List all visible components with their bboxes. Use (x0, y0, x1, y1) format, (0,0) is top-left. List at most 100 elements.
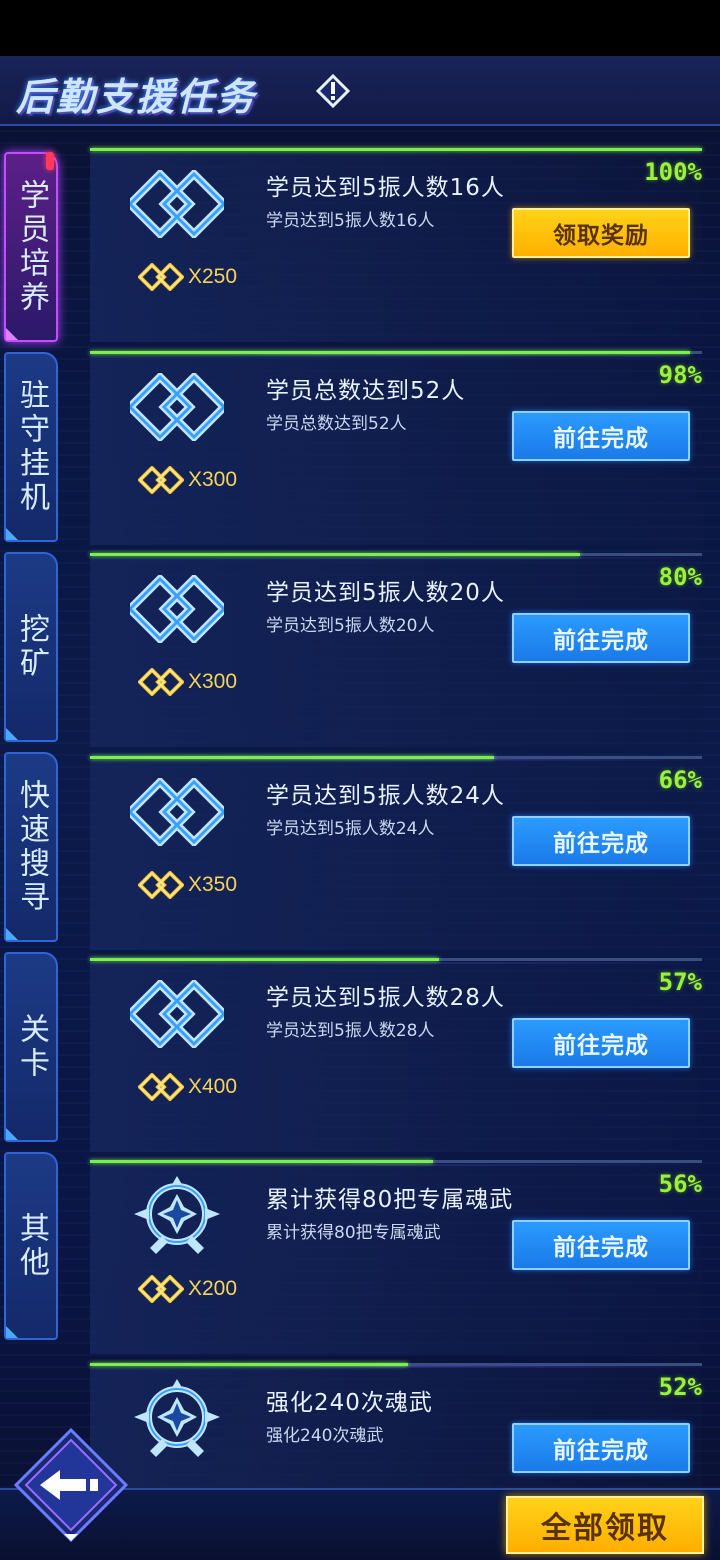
task-subtitle: 学员总数达到52人 (266, 414, 407, 434)
progress-bar (90, 1363, 702, 1366)
sidebar-tab-label: 驻守挂机 (14, 379, 49, 515)
sidebar-tab-label: 关卡 (14, 1013, 49, 1081)
sidebar-tab[interactable]: 学员培养 (4, 152, 58, 342)
reward-count: X300 (188, 468, 238, 491)
tab-corner-accent (6, 1326, 18, 1338)
reward-count: X200 (188, 1277, 238, 1300)
claim-all-button[interactable]: 全部领取 (506, 1496, 704, 1554)
go-complete-button[interactable]: 前往完成 (512, 816, 690, 866)
progress-fill (90, 1160, 433, 1163)
sidebar-tab-label: 学员培养 (14, 179, 49, 315)
progress-percent: 100% (644, 158, 702, 186)
sidebar-tab-label: 其他 (14, 1212, 49, 1280)
task-subtitle: 学员达到5振人数24人 (266, 819, 435, 839)
tab-corner-accent (6, 328, 18, 340)
progress-percent: 98% (658, 361, 702, 389)
coin-icon (138, 466, 184, 494)
progress-bar (90, 351, 702, 354)
progress-fill (90, 756, 494, 759)
coin-icon (138, 871, 184, 899)
task-title: 学员达到5振人数20人 (266, 580, 505, 606)
double-diamond-icon (124, 573, 230, 645)
task-title: 累计获得80把专属魂武 (266, 1187, 514, 1213)
task-card: X400 学员达到5振人数28人 学员达到5振人数28人 57% 前往完成 (90, 958, 702, 1166)
go-complete-button[interactable]: 前往完成 (512, 613, 690, 663)
progress-fill (90, 1363, 409, 1366)
tab-corner-accent (6, 1128, 18, 1140)
progress-percent: 52% (658, 1373, 702, 1401)
progress-bar (90, 148, 702, 151)
progress-bar (90, 553, 702, 556)
reward: X300 (138, 667, 237, 697)
reward: X250 (138, 262, 237, 292)
task-card: X200 累计获得80把专属魂武 累计获得80把专属魂武 56% 前往完成 (90, 1160, 702, 1368)
progress-percent: 56% (658, 1170, 702, 1198)
coin-icon (138, 668, 184, 696)
reward: X300 (138, 465, 237, 495)
task-subtitle: 学员达到5振人数20人 (266, 616, 435, 636)
task-title: 学员达到5振人数16人 (266, 175, 505, 201)
progress-percent: 66% (658, 766, 702, 794)
coin-icon (138, 1073, 184, 1101)
progress-fill (90, 351, 690, 354)
progress-percent: 80% (658, 563, 702, 591)
progress-bar (90, 958, 702, 961)
progress-fill (90, 553, 580, 556)
reward-count: X400 (188, 1075, 238, 1098)
sidebar-tab[interactable]: 挖矿 (4, 552, 58, 742)
double-diamond-icon (124, 168, 230, 240)
task-card: X300 学员总数达到52人 学员总数达到52人 98% 前往完成 (90, 351, 702, 559)
task-card: X250 学员达到5振人数16人 学员达到5振人数16人 100% 领取奖励 (90, 148, 702, 356)
double-diamond-icon (124, 978, 230, 1050)
screen: 后勤支援任务 学员培养驻守挂机挖矿快速搜寻关卡其他 X250 学员达到5振人数16… (0, 0, 720, 1560)
progress-fill (90, 958, 439, 961)
reward: X200 (138, 1274, 237, 1304)
coin-icon (138, 1275, 184, 1303)
alert-badge (46, 152, 54, 170)
status-bar (0, 0, 720, 56)
go-complete-button[interactable]: 前往完成 (512, 1220, 690, 1270)
reward: X350 (138, 870, 237, 900)
reward: X400 (138, 1072, 237, 1102)
task-card: X350 学员达到5振人数24人 学员达到5振人数24人 66% 前往完成 (90, 756, 702, 964)
task-card: X300 学员达到5振人数20人 学员达到5振人数20人 80% 前往完成 (90, 553, 702, 761)
task-subtitle: 学员达到5振人数28人 (266, 1021, 435, 1041)
go-complete-button[interactable]: 前往完成 (512, 411, 690, 461)
category-sidebar: 学员培养驻守挂机挖矿快速搜寻关卡其他 (0, 150, 62, 1350)
sidebar-tab-label: 快速搜寻 (14, 779, 49, 915)
progress-bar (90, 1160, 702, 1163)
progress-percent: 57% (658, 968, 702, 996)
sidebar-tab[interactable]: 驻守挂机 (4, 352, 58, 542)
task-subtitle: 累计获得80把专属魂武 (266, 1223, 441, 1243)
sidebar-tab[interactable]: 快速搜寻 (4, 752, 58, 942)
reward-count: X300 (188, 670, 238, 693)
reward-count: X250 (188, 265, 238, 288)
double-diamond-icon (124, 776, 230, 848)
task-title: 学员达到5振人数28人 (266, 985, 505, 1011)
claim-reward-button[interactable]: 领取奖励 (512, 208, 690, 258)
tab-corner-accent (6, 528, 18, 540)
sidebar-tab-label: 挖矿 (14, 613, 49, 681)
task-subtitle: 强化240次魂武 (266, 1426, 384, 1446)
go-complete-button[interactable]: 前往完成 (512, 1423, 690, 1473)
sidebar-tab[interactable]: 关卡 (4, 952, 58, 1142)
task-title: 学员总数达到52人 (266, 378, 466, 404)
task-title: 学员达到5振人数24人 (266, 783, 505, 809)
progress-bar (90, 756, 702, 759)
header: 后勤支援任务 (0, 56, 720, 126)
tab-corner-accent (6, 728, 18, 740)
reward-count: X350 (188, 873, 238, 896)
back-button[interactable] (12, 1426, 130, 1544)
progress-fill (90, 148, 702, 151)
coin-icon (138, 263, 184, 291)
go-complete-button[interactable]: 前往完成 (512, 1018, 690, 1068)
page-title: 后勤支援任务 (16, 75, 257, 119)
task-title: 强化240次魂武 (266, 1390, 433, 1416)
sidebar-tab[interactable]: 其他 (4, 1152, 58, 1340)
task-subtitle: 学员达到5振人数16人 (266, 211, 435, 231)
soul-weapon-icon (130, 1174, 224, 1254)
double-diamond-icon (124, 371, 230, 443)
tab-corner-accent (6, 928, 18, 940)
info-icon[interactable] (316, 74, 350, 108)
soul-weapon-icon (130, 1377, 224, 1457)
